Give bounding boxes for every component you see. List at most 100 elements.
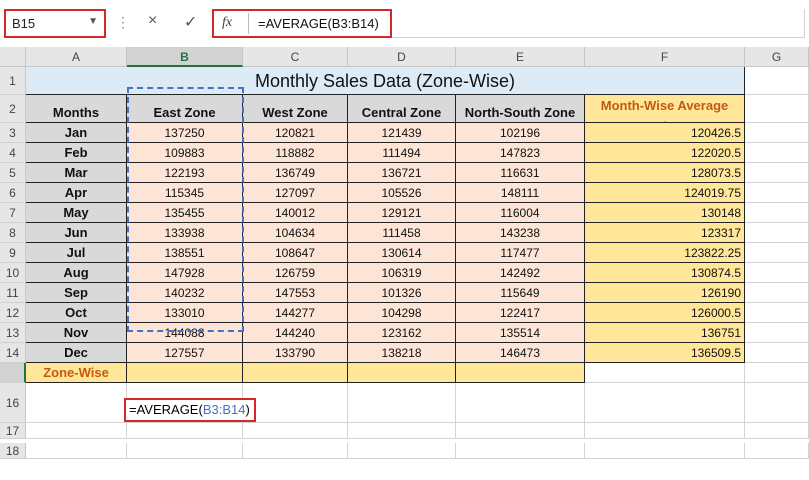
column-header-c[interactable]: C bbox=[243, 47, 348, 67]
row-header-1[interactable]: 1 bbox=[0, 67, 26, 95]
insert-function-icon[interactable]: fx bbox=[222, 15, 232, 31]
empty-cell[interactable] bbox=[745, 183, 809, 203]
sales-cell[interactable]: 136721 bbox=[348, 163, 456, 183]
empty-cell[interactable] bbox=[585, 443, 745, 459]
zone-average-label[interactable]: Zone-Wise Average Sales bbox=[26, 363, 127, 383]
empty-cell[interactable] bbox=[745, 263, 809, 283]
row-header-4[interactable]: 4 bbox=[0, 143, 26, 163]
row-header-11[interactable]: 11 bbox=[0, 283, 26, 303]
empty-cell[interactable] bbox=[745, 323, 809, 343]
average-cell[interactable]: 123822.25 bbox=[585, 243, 745, 263]
sales-cell[interactable]: 111494 bbox=[348, 143, 456, 163]
sales-cell[interactable]: 115649 bbox=[456, 283, 585, 303]
sales-cell[interactable]: 130614 bbox=[348, 243, 456, 263]
sales-cell[interactable]: 109883 bbox=[127, 143, 243, 163]
empty-cell[interactable] bbox=[745, 303, 809, 323]
sales-cell[interactable]: 116004 bbox=[456, 203, 585, 223]
row-header-5[interactable]: 5 bbox=[0, 163, 26, 183]
sales-cell[interactable]: 138218 bbox=[348, 343, 456, 363]
empty-cell[interactable] bbox=[26, 423, 127, 439]
sales-cell[interactable]: 111458 bbox=[348, 223, 456, 243]
row-header-12[interactable]: 12 bbox=[0, 303, 26, 323]
sales-cell[interactable]: 144240 bbox=[243, 323, 348, 343]
sales-cell[interactable]: 133010 bbox=[127, 303, 243, 323]
average-cell[interactable]: 122020.5 bbox=[585, 143, 745, 163]
sales-cell[interactable]: 123162 bbox=[348, 323, 456, 343]
average-cell[interactable]: 120426.5 bbox=[585, 123, 745, 143]
average-cell[interactable]: 136509.5 bbox=[585, 343, 745, 363]
row-header-13[interactable]: 13 bbox=[0, 323, 26, 343]
sales-cell[interactable]: 108647 bbox=[243, 243, 348, 263]
sales-cell[interactable]: 127097 bbox=[243, 183, 348, 203]
empty-cell[interactable] bbox=[585, 383, 745, 423]
month-cell[interactable]: Jul bbox=[26, 243, 127, 263]
sheet-title[interactable]: Monthly Sales Data (Zone-Wise) bbox=[26, 67, 745, 95]
sales-cell[interactable]: 148111 bbox=[456, 183, 585, 203]
cell-g15[interactable] bbox=[745, 363, 809, 383]
sales-cell[interactable]: 133938 bbox=[127, 223, 243, 243]
sales-cell[interactable]: 120821 bbox=[243, 123, 348, 143]
row-header-2[interactable]: 2 bbox=[0, 95, 26, 123]
sales-cell[interactable]: 101326 bbox=[348, 283, 456, 303]
sales-cell[interactable]: 106319 bbox=[348, 263, 456, 283]
average-cell[interactable]: 128073.5 bbox=[585, 163, 745, 183]
empty-cell[interactable] bbox=[348, 443, 456, 459]
header-north-south-zone[interactable]: North-South Zone bbox=[456, 95, 585, 123]
sales-cell[interactable]: 138551 bbox=[127, 243, 243, 263]
sales-cell[interactable]: 142492 bbox=[456, 263, 585, 283]
row-header-17[interactable]: 17 bbox=[0, 423, 26, 439]
select-all-corner[interactable] bbox=[0, 47, 26, 67]
cell-g1[interactable] bbox=[745, 67, 809, 95]
empty-cell[interactable] bbox=[348, 423, 456, 439]
sales-cell[interactable]: 147823 bbox=[456, 143, 585, 163]
month-cell[interactable]: Jun bbox=[26, 223, 127, 243]
enter-icon[interactable]: ✓ bbox=[184, 12, 197, 32]
name-box[interactable]: B15 ▼ bbox=[4, 9, 106, 38]
row-header-14[interactable]: 14 bbox=[0, 343, 26, 363]
sales-cell[interactable]: 122193 bbox=[127, 163, 243, 183]
month-cell[interactable]: Mar bbox=[26, 163, 127, 183]
spreadsheet-grid[interactable]: ABCDEFG123456789101112131415161718Monthl… bbox=[0, 47, 809, 480]
average-cell[interactable]: 130874.5 bbox=[585, 263, 745, 283]
average-cell[interactable]: 126000.5 bbox=[585, 303, 745, 323]
empty-cell[interactable] bbox=[456, 383, 585, 423]
month-cell[interactable]: Aug bbox=[26, 263, 127, 283]
sales-cell[interactable]: 104298 bbox=[348, 303, 456, 323]
month-cell[interactable]: Jan bbox=[26, 123, 127, 143]
sales-cell[interactable]: 137250 bbox=[127, 123, 243, 143]
empty-cell[interactable] bbox=[745, 223, 809, 243]
empty-cell[interactable] bbox=[585, 423, 745, 439]
empty-cell[interactable] bbox=[456, 423, 585, 439]
empty-cell[interactable] bbox=[745, 423, 809, 439]
empty-cell[interactable] bbox=[348, 383, 456, 423]
month-cell[interactable]: Sep bbox=[26, 283, 127, 303]
column-header-e[interactable]: E bbox=[456, 47, 585, 67]
empty-cell[interactable] bbox=[745, 443, 809, 459]
sales-cell[interactable]: 102196 bbox=[456, 123, 585, 143]
sales-cell[interactable]: 117477 bbox=[456, 243, 585, 263]
average-cell[interactable]: 123317 bbox=[585, 223, 745, 243]
cell-f15[interactable] bbox=[585, 363, 745, 383]
column-header-f[interactable]: F bbox=[585, 47, 745, 67]
sales-cell[interactable]: 135514 bbox=[456, 323, 585, 343]
row-header-15[interactable]: 15 bbox=[0, 363, 26, 401]
sales-cell[interactable]: 126759 bbox=[243, 263, 348, 283]
sales-cell[interactable]: 144277 bbox=[243, 303, 348, 323]
row-header-16[interactable]: 16 bbox=[0, 383, 26, 423]
empty-cell[interactable] bbox=[745, 203, 809, 223]
empty-cell[interactable] bbox=[745, 243, 809, 263]
column-header-a[interactable]: A bbox=[26, 47, 127, 67]
empty-cell[interactable] bbox=[243, 383, 348, 423]
sales-cell[interactable]: 122417 bbox=[456, 303, 585, 323]
row-header-9[interactable]: 9 bbox=[0, 243, 26, 263]
cancel-icon[interactable]: × bbox=[148, 12, 157, 30]
more-options-icon[interactable]: ⋮ bbox=[116, 14, 130, 31]
empty-cell[interactable] bbox=[745, 383, 809, 423]
sales-cell[interactable]: 115345 bbox=[127, 183, 243, 203]
cell-b15[interactable] bbox=[127, 363, 243, 383]
empty-cell[interactable] bbox=[26, 443, 127, 459]
month-cell[interactable]: May bbox=[26, 203, 127, 223]
empty-cell[interactable] bbox=[745, 143, 809, 163]
cell-g2[interactable] bbox=[745, 95, 809, 123]
sales-cell[interactable]: 133790 bbox=[243, 343, 348, 363]
